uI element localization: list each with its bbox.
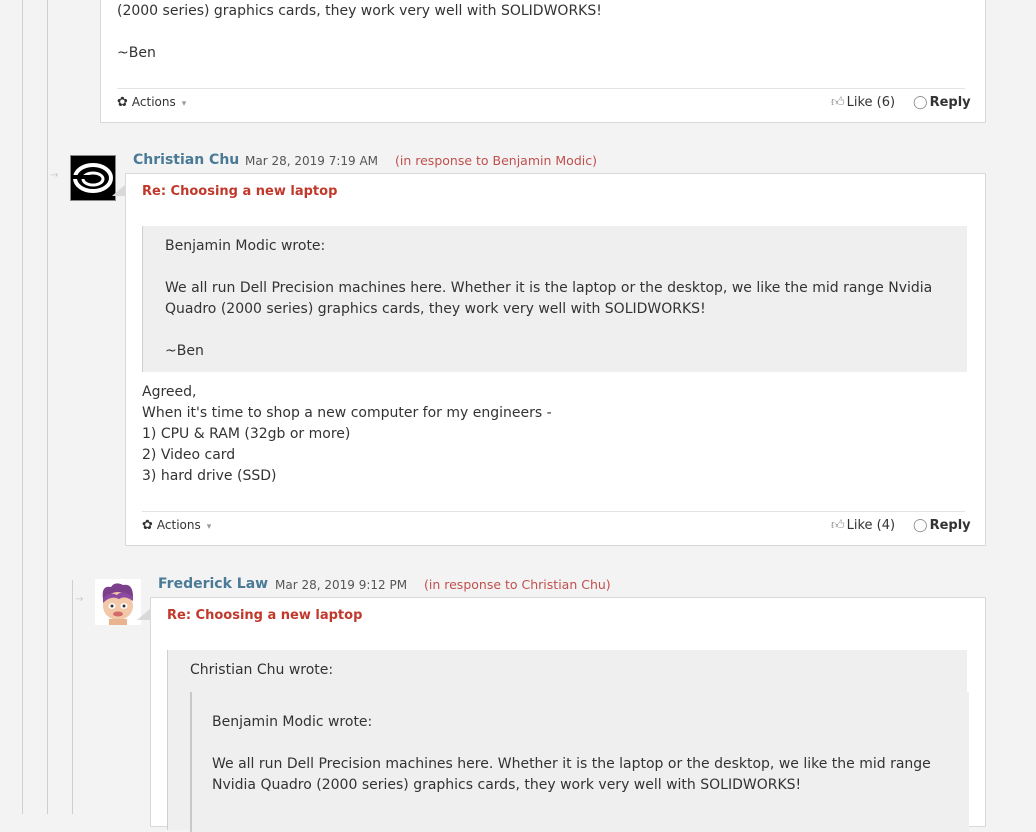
quote-line: Nvidia Quadro (2000 series) graphics car…: [212, 777, 802, 793]
quote-block: Christian Chu wrote: Benjamin Modic wrot…: [167, 650, 969, 832]
quote-header: Benjamin Modic wrote:: [165, 238, 326, 254]
quote-line: We all run Dell Precision machines here.…: [212, 756, 931, 772]
actions-label: Actions: [131, 95, 176, 109]
quote-header: Christian Chu wrote:: [190, 662, 334, 678]
author-name[interactable]: Christian Chu: [133, 152, 239, 168]
actions-menu[interactable]: ✿ Actions ▾: [117, 95, 186, 110]
quote-header: Benjamin Modic wrote:: [212, 714, 373, 730]
quote-signature: ~Ben: [165, 343, 204, 359]
author-name[interactable]: Frederick Law: [158, 576, 268, 592]
quote-line: Quadro (2000 series) graphics cards, the…: [165, 301, 706, 317]
thread-guide-line: [47, 0, 48, 814]
card-notch: [137, 608, 151, 620]
reply-label: Reply: [929, 95, 971, 110]
post-text: 2) Video card: [142, 447, 236, 463]
post-text: 3) hard drive (SSD): [142, 468, 277, 484]
card-notch: [112, 184, 126, 196]
like-label: Like (6): [846, 95, 896, 110]
nested-quote-block: Benjamin Modic wrote: We all run Dell Pr…: [190, 692, 969, 832]
thread-guide-line: [72, 580, 73, 814]
post-signature: ~Ben: [117, 45, 156, 61]
like-button[interactable]: 👍︎ Like (4): [831, 518, 895, 533]
quote-line: We all run Dell Precision machines here.…: [165, 280, 933, 296]
post-card: Re: Choosing a new laptop Christian Chu …: [150, 597, 986, 832]
thread-guide-line: [22, 0, 23, 814]
reply-button[interactable]: ◯ Reply: [913, 518, 971, 533]
actions-menu[interactable]: ✿ Actions ▾: [142, 518, 211, 533]
footer-divider: [117, 88, 965, 89]
footer-divider: [142, 511, 965, 512]
post-subject[interactable]: Re: Choosing a new laptop: [167, 608, 362, 623]
caret-down-icon: ▾: [181, 99, 187, 109]
gear-icon: ✿: [142, 518, 153, 533]
thumbs-up-icon: 👍︎: [831, 95, 845, 110]
post-card: (2000 series) graphics cards, they work …: [100, 0, 986, 123]
avatar[interactable]: [70, 155, 116, 201]
in-response-link[interactable]: (in response to Benjamin Modic): [395, 153, 597, 168]
actions-label: Actions: [156, 518, 201, 532]
like-button[interactable]: 👍︎ Like (6): [831, 95, 895, 110]
post-date: Mar 28, 2019 9:12 PM: [275, 578, 408, 592]
post-text: Agreed,: [142, 384, 197, 400]
avatar-cartoon: [102, 583, 133, 625]
post-text: When it's time to shop a new computer fo…: [142, 405, 552, 421]
thumbs-up-icon: 👍︎: [831, 518, 845, 533]
post-card: Re: Choosing a new laptop Benjamin Modic…: [125, 173, 986, 546]
post-text: 1) CPU & RAM (32gb or more): [142, 426, 351, 442]
reply-button[interactable]: ◯ Reply: [913, 95, 971, 110]
speech-bubble-icon: ◯: [913, 95, 928, 110]
post-subject[interactable]: Re: Choosing a new laptop: [142, 184, 337, 199]
like-label: Like (4): [846, 518, 896, 533]
avatar-logo: [73, 163, 113, 193]
caret-down-icon: ▾: [206, 522, 212, 532]
reply-label: Reply: [929, 518, 971, 533]
thread-arrow-icon: →: [75, 594, 84, 605]
post-text: (2000 series) graphics cards, they work …: [117, 3, 602, 19]
post-date: Mar 28, 2019 7:19 AM: [245, 154, 379, 168]
speech-bubble-icon: ◯: [913, 518, 928, 533]
quote-block: Benjamin Modic wrote: We all run Dell Pr…: [142, 226, 967, 372]
in-response-link[interactable]: (in response to Christian Chu): [424, 577, 611, 592]
thread-arrow-icon: →: [50, 170, 59, 181]
gear-icon: ✿: [117, 95, 128, 110]
avatar[interactable]: [95, 579, 141, 625]
